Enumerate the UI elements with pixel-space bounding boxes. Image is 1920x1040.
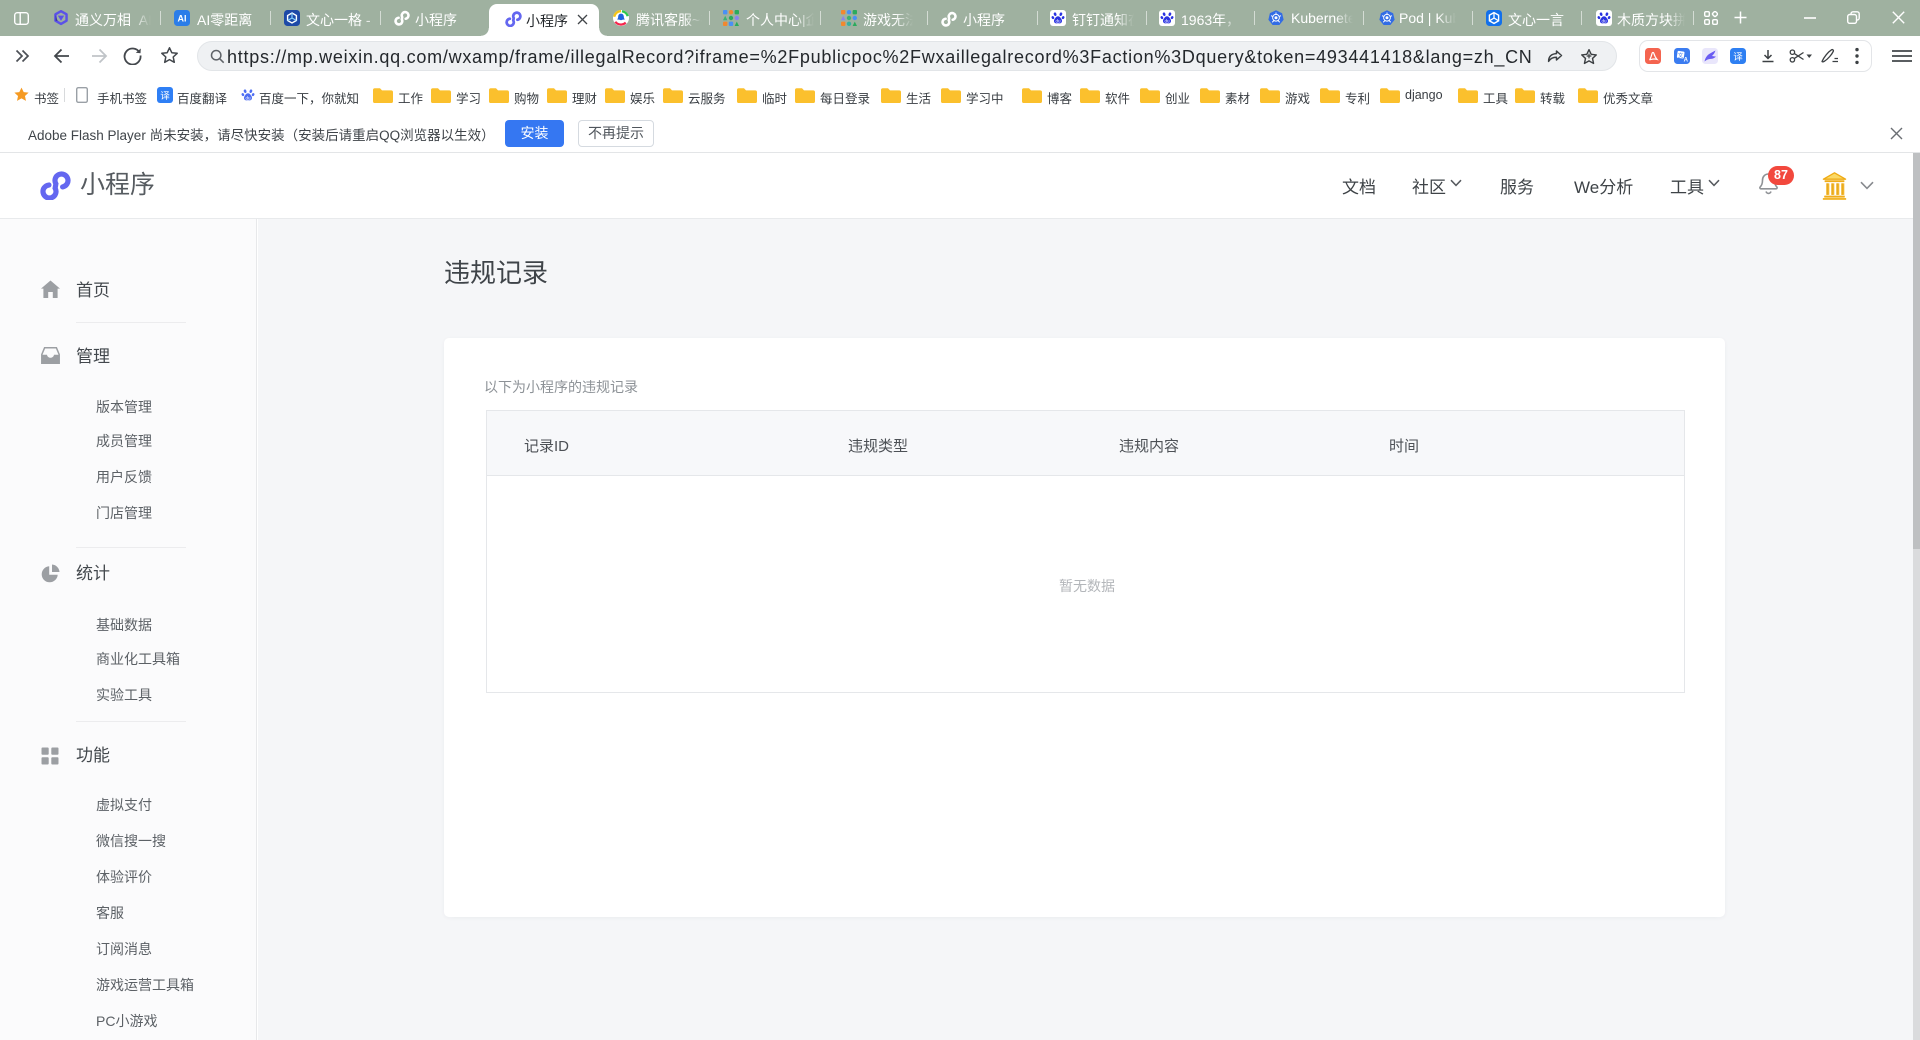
svg-text:du: du xyxy=(1055,19,1061,24)
svg-text:du: du xyxy=(245,96,251,101)
svg-text:A: A xyxy=(1684,58,1689,64)
svg-text:du: du xyxy=(1601,19,1607,24)
svg-text:du: du xyxy=(1164,19,1170,24)
svg-text:译: 译 xyxy=(1733,52,1743,63)
svg-text:译: 译 xyxy=(160,91,170,102)
svg-text:AI: AI xyxy=(178,14,187,24)
